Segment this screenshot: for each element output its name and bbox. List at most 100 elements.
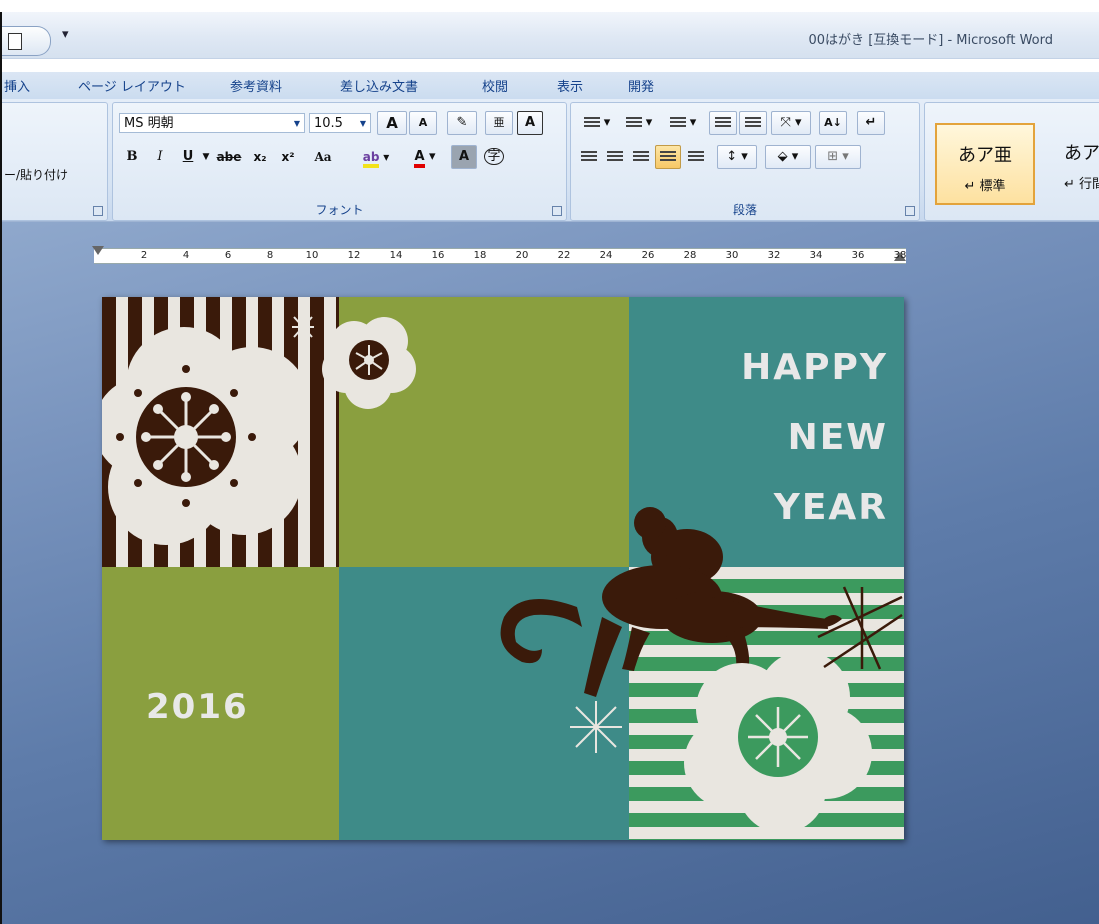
font-color-icon[interactable]: A ▾ <box>403 145 447 169</box>
style-sample: あア亜 <box>958 145 1012 166</box>
office-button[interactable] <box>2 26 51 56</box>
ruler-number: 8 <box>266 250 274 261</box>
font-name-value: MS 明朝 <box>124 116 174 131</box>
ruler-number: 38 <box>893 250 907 261</box>
enclose-char-button[interactable]: 字 <box>481 145 507 169</box>
bullets-icon[interactable]: ▾ <box>577 111 617 135</box>
window-title: 00はがき [互換モード] - Microsoft Word <box>808 33 1053 48</box>
word-window: ▾ 00はがき [互換モード] - Microsoft Word 挿入 ページ … <box>0 12 1099 924</box>
ruler-number: 26 <box>641 250 655 261</box>
horizontal-ruler[interactable]: 2 4 6 8 10 12 14 16 18 20 22 24 26 28 30 32 34 36 38 <box>92 246 907 264</box>
show-marks-icon[interactable]: ↵ <box>857 111 885 135</box>
paragraph-group: ▾ ▾ ▾ ⤧ ▾ A↓ ↵ ↕ ▾ ⬙ ▾ ⊞ ▾ 段落 <box>570 102 920 221</box>
multilevel-list-icon[interactable]: ▾ <box>661 111 705 135</box>
ruler-number: 10 <box>305 250 319 261</box>
indent-marker-icon[interactable] <box>92 246 104 255</box>
clipboard-dialog-launcher[interactable] <box>93 206 103 216</box>
ruler-number: 30 <box>725 250 739 261</box>
paragraph-group-label: 段落 <box>732 203 757 217</box>
sparkle-icon <box>292 315 314 339</box>
shading-icon[interactable]: ⬙ ▾ <box>765 145 811 169</box>
clipboard-group: ー/貼り付け <box>2 102 108 221</box>
tab-page-layout[interactable]: ページ レイアウト <box>78 76 186 95</box>
align-right-icon[interactable] <box>629 145 653 169</box>
tab-developer[interactable]: 開発 <box>628 76 654 95</box>
change-case-button[interactable]: Aa <box>303 145 343 169</box>
ruler-number: 18 <box>473 250 487 261</box>
tab-insert[interactable]: 挿入 <box>4 76 30 95</box>
greeting-year: YEAR <box>773 487 888 528</box>
ruler-number: 12 <box>347 250 361 261</box>
styles-group: あア亜 ↵ 標準 あア亜 ↵ 行間詰 <box>924 102 1099 221</box>
font-size-combo[interactable]: 10.5 ▼ <box>309 113 371 133</box>
chevron-down-icon: ▼ <box>359 119 366 128</box>
ruler-number: 16 <box>431 250 445 261</box>
ruler-number: 34 <box>809 250 823 261</box>
greeting-happy: HAPPY <box>741 347 888 388</box>
sparkle-icon <box>817 586 903 670</box>
style-name: ↵ 標準 <box>964 179 1006 194</box>
chevron-down-icon[interactable]: ▼ <box>199 145 213 169</box>
tab-mailings[interactable]: 差し込み文書 <box>340 76 418 95</box>
bold-button[interactable]: B <box>119 145 145 169</box>
font-group-label: フォント <box>315 203 364 217</box>
borders-icon[interactable]: ⊞ ▾ <box>815 145 861 169</box>
enclose-char-label: 字 <box>484 148 504 165</box>
style-sample: あア亜 <box>1064 143 1099 164</box>
ruler-number: 22 <box>557 250 571 261</box>
line-spacing-icon[interactable]: ↕ ▾ <box>717 145 757 169</box>
font-group: MS 明朝 ▼ 10.5 ▼ A A ✎ 亜 A B I U ▼ abe x₂ x²… <box>112 102 567 221</box>
ruler-number: 24 <box>599 250 613 261</box>
ruler-number: 28 <box>683 250 697 261</box>
font-size-value: 10.5 <box>314 116 343 131</box>
style-no-spacing[interactable]: あア亜 ↵ 行間詰 <box>1041 123 1099 205</box>
title-bar: ▾ 00はがき [互換モード] - Microsoft Word <box>2 12 1099 59</box>
sparkle-icon <box>570 701 622 753</box>
chevron-down-icon: ▼ <box>293 119 300 128</box>
tab-review[interactable]: 校閲 <box>482 76 508 95</box>
ribbon: ー/貼り付け MS 明朝 ▼ 10.5 ▼ A A ✎ 亜 A B I U ▼ ab… <box>2 99 1099 222</box>
ruler-number: 4 <box>182 250 190 261</box>
ruler-number: 20 <box>515 250 529 261</box>
ruler-number: 14 <box>389 250 403 261</box>
ruler-number: 36 <box>851 250 865 261</box>
distributed-icon[interactable] <box>683 145 709 169</box>
decrease-indent-icon[interactable] <box>709 111 737 135</box>
ruler-number: 32 <box>767 250 781 261</box>
tab-view[interactable]: 表示 <box>557 76 583 95</box>
document-icon <box>8 33 22 50</box>
justify-icon[interactable] <box>655 145 681 169</box>
char-border-button[interactable]: A <box>517 111 543 135</box>
grow-font-button[interactable]: A <box>377 111 407 135</box>
numbering-icon[interactable]: ▾ <box>619 111 659 135</box>
greeting-new: NEW <box>787 417 888 458</box>
ruler-number: 2 <box>140 250 148 261</box>
clear-format-icon[interactable]: ✎ <box>447 111 477 135</box>
postcard[interactable]: HAPPY NEW YEAR 2016 <box>102 297 904 840</box>
style-name: ↵ 行間詰 <box>1063 177 1099 192</box>
sort-icon[interactable]: A↓ <box>819 111 847 135</box>
phonetic-guide-icon[interactable]: 亜 <box>485 111 513 135</box>
align-center-icon[interactable] <box>603 145 627 169</box>
ruler-number: 6 <box>224 250 232 261</box>
align-left-icon[interactable] <box>577 145 601 169</box>
highlight-icon[interactable]: ab ▾ <box>353 145 399 169</box>
subscript-button[interactable]: x₂ <box>247 145 273 169</box>
italic-button[interactable]: I <box>147 145 173 169</box>
increase-indent-icon[interactable] <box>739 111 767 135</box>
ribbon-tabs: 挿入 ページ レイアウト 参考資料 差し込み文書 校閲 表示 開発 <box>2 72 1099 102</box>
shrink-font-button[interactable]: A <box>409 111 437 135</box>
text-direction-icon[interactable]: ⤧ ▾ <box>771 111 811 135</box>
paragraph-dialog-launcher[interactable] <box>905 206 915 216</box>
font-dialog-launcher[interactable] <box>552 206 562 216</box>
strikethrough-button[interactable]: abe <box>213 145 245 169</box>
paste-button[interactable]: ー/貼り付け <box>3 163 105 187</box>
font-name-combo[interactable]: MS 明朝 ▼ <box>119 113 305 133</box>
superscript-button[interactable]: x² <box>275 145 301 169</box>
underline-button[interactable]: U <box>175 145 201 169</box>
quick-access-more-icon[interactable]: ▾ <box>62 27 69 42</box>
year-label: 2016 <box>146 687 249 727</box>
tab-references[interactable]: 参考資料 <box>230 76 282 95</box>
style-normal[interactable]: あア亜 ↵ 標準 <box>935 123 1035 205</box>
char-shading-button[interactable]: A <box>451 145 477 169</box>
